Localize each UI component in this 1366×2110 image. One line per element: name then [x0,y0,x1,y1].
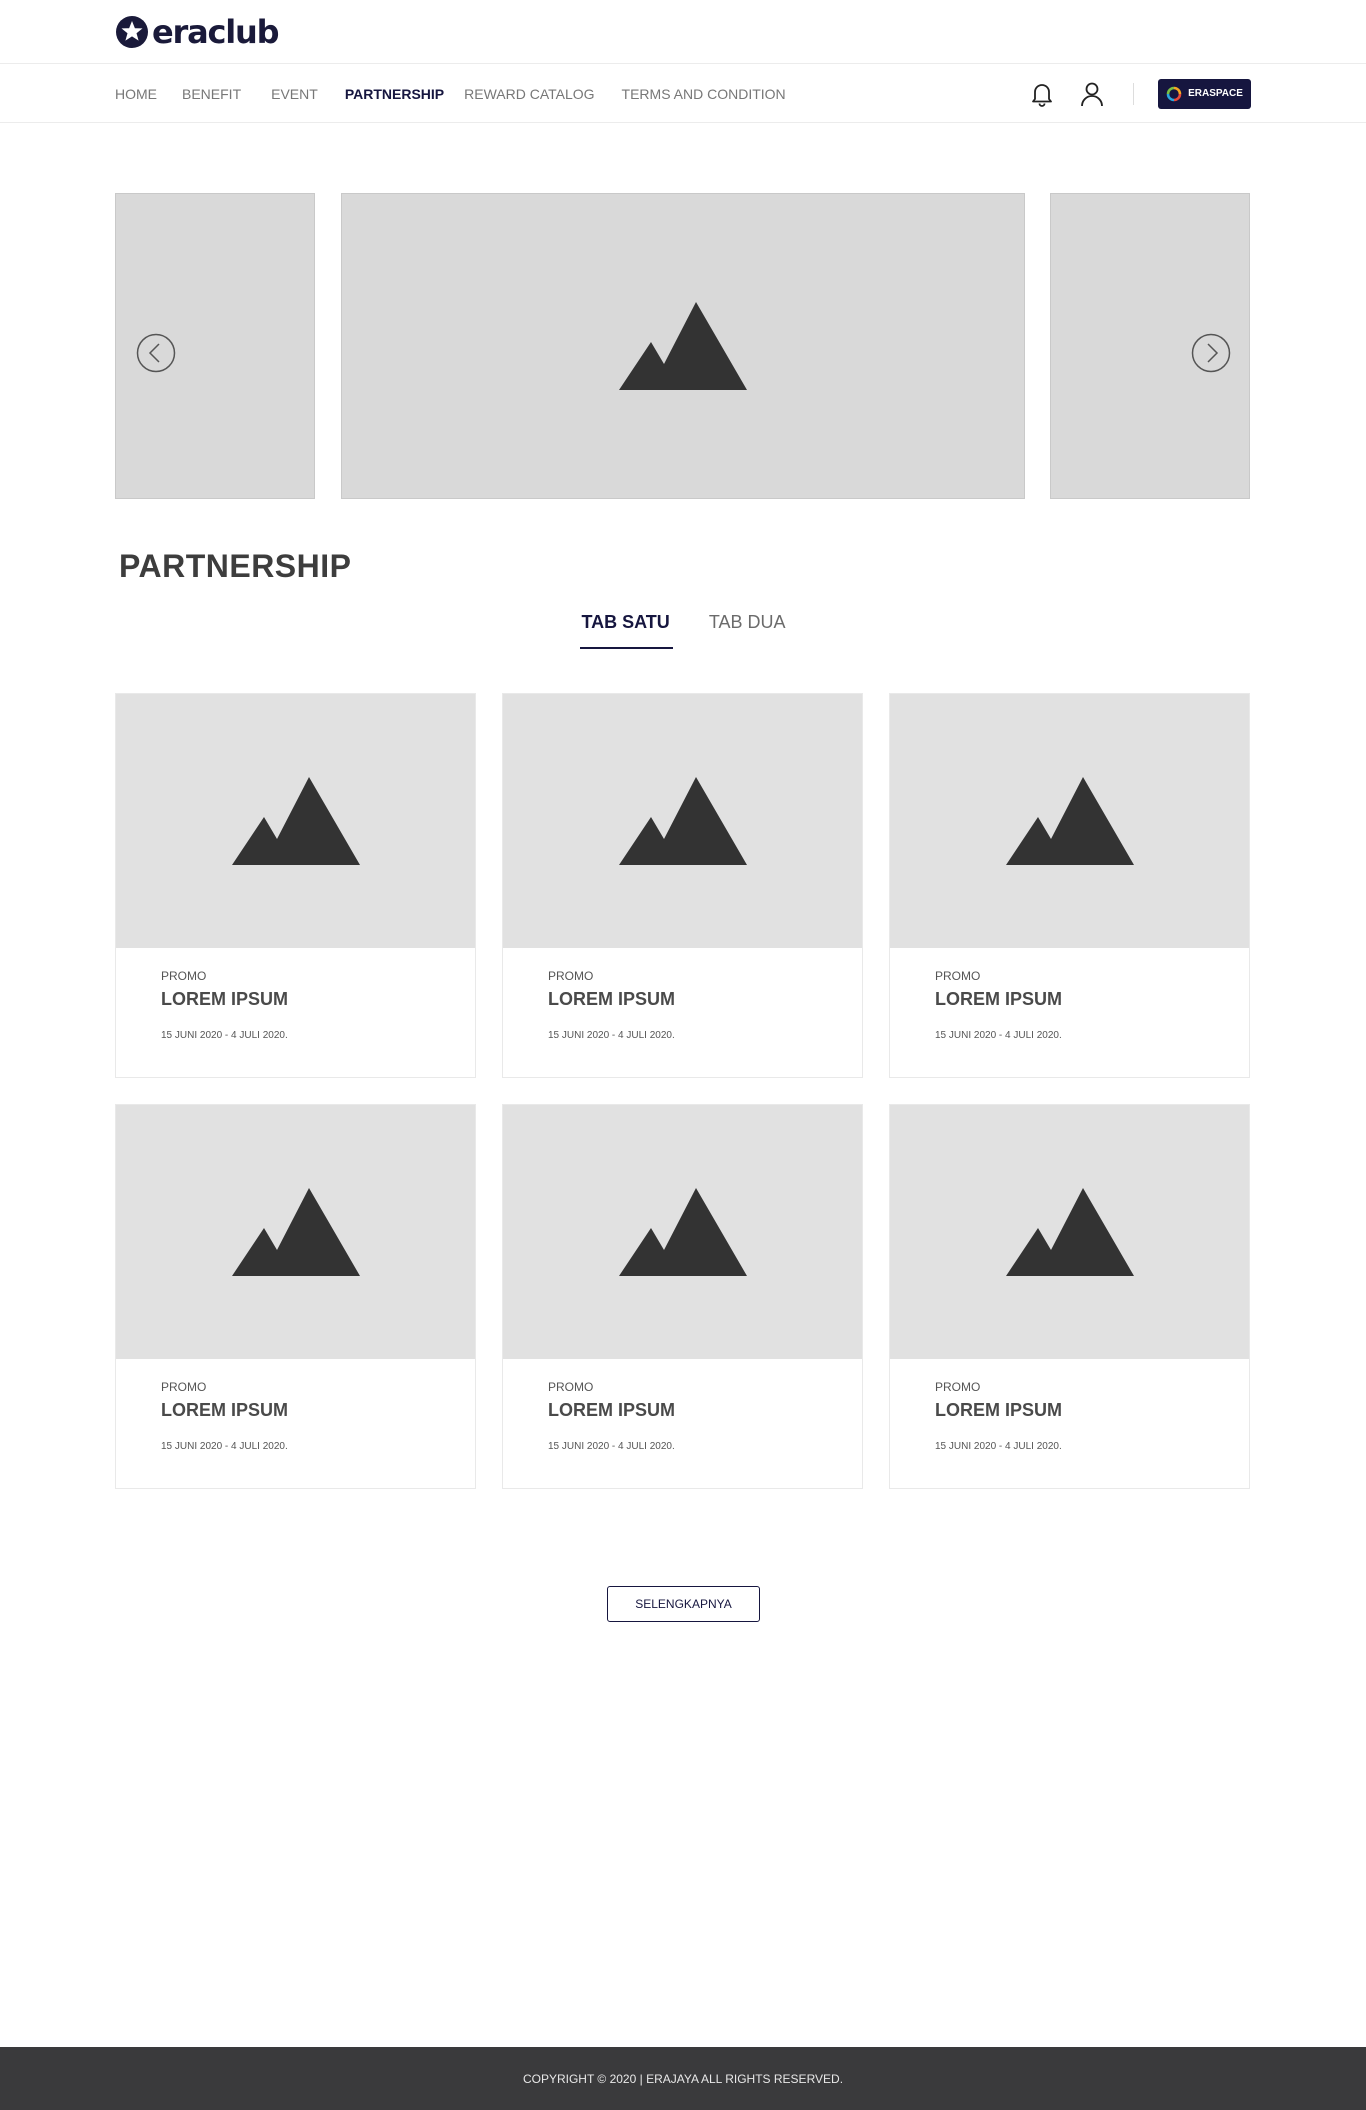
card-date: 15 JUNI 2020 - 4 JULI 2020. [161,1030,288,1041]
card-category: PROMO [161,969,207,983]
partnership-card[interactable]: PROMO LOREM IPSUM 15 JUNI 2020 - 4 JULI … [502,1104,863,1489]
card-category: PROMO [548,1380,594,1394]
card-date: 15 JUNI 2020 - 4 JULI 2020. [548,1441,675,1452]
card-body: PROMO LOREM IPSUM 15 JUNI 2020 - 4 JULI … [116,948,475,1041]
notification-button[interactable] [1027,79,1057,109]
partnership-card[interactable]: PROMO LOREM IPSUM 15 JUNI 2020 - 4 JULI … [115,1104,476,1489]
nav-terms-and-condition[interactable]: TERMS AND CONDITION [622,86,786,102]
chevron-right-icon[interactable] [1191,333,1231,373]
see-more-button[interactable]: SELENGKAPNYA [607,1586,760,1622]
user-icon [1081,82,1103,106]
partnership-card[interactable]: PROMO LOREM IPSUM 15 JUNI 2020 - 4 JULI … [115,693,476,1078]
tab-satu[interactable]: TAB SATU [580,612,673,649]
copyright-text: COPYRIGHT © 2020 | ERAJAYA ALL RIGHTS RE… [522,2071,844,2086]
main-nav: HOME BENEFIT EVENT PARTNERSHIP REWARD CA… [115,64,786,123]
nav-partnership[interactable]: PARTNERSHIP [345,86,444,102]
nav-benefit[interactable]: BENEFIT [182,86,241,102]
nav-reward-catalog[interactable]: REWARD CATALOG [464,86,594,102]
card-body: PROMO LOREM IPSUM 15 JUNI 2020 - 4 JULI … [503,948,862,1041]
image-placeholder-icon [618,777,747,865]
card-title: LOREM IPSUM [935,989,1063,1009]
card-body: PROMO LOREM IPSUM 15 JUNI 2020 - 4 JULI … [890,948,1249,1041]
chevron-left-icon[interactable] [136,333,176,373]
nav-event[interactable]: EVENT [271,86,318,102]
account-button[interactable] [1077,79,1107,109]
card-title: LOREM IPSUM [935,1400,1063,1420]
eraspace-ring-icon [1166,86,1182,101]
carousel-slide-main[interactable] [341,193,1025,499]
card-category: PROMO [935,969,981,983]
nav-divider [1133,82,1134,105]
eraspace-button[interactable]: ERASPACE [1158,78,1251,109]
tab-dua[interactable]: TAB DUA [709,612,786,649]
eraclub-logo[interactable]: eraclub [115,13,280,51]
image-placeholder-icon [619,302,747,390]
nav-home[interactable]: HOME [115,86,157,102]
card-image [116,1105,475,1359]
hero-carousel [115,193,1250,499]
card-date: 15 JUNI 2020 - 4 JULI 2020. [935,1441,1062,1452]
partnership-card[interactable]: PROMO LOREM IPSUM 15 JUNI 2020 - 4 JULI … [889,693,1250,1078]
partnership-grid: PROMO LOREM IPSUM 15 JUNI 2020 - 4 JULI … [115,693,1250,1489]
main-navbar: HOME BENEFIT EVENT PARTNERSHIP REWARD CA… [0,64,1366,123]
card-title: LOREM IPSUM [548,1400,676,1420]
image-placeholder-icon [618,1188,747,1276]
card-date: 15 JUNI 2020 - 4 JULI 2020. [161,1441,288,1452]
card-image [116,694,475,948]
card-body: PROMO LOREM IPSUM 15 JUNI 2020 - 4 JULI … [890,1359,1249,1452]
tab-bar: TAB SATU TAB DUA [0,612,1366,649]
top-bar: eraclub [0,0,1366,64]
card-body: PROMO LOREM IPSUM 15 JUNI 2020 - 4 JULI … [503,1359,862,1452]
card-title: LOREM IPSUM [548,989,676,1009]
card-image [890,694,1249,948]
card-category: PROMO [161,1380,207,1394]
card-image [503,694,862,948]
card-title: LOREM IPSUM [161,989,289,1009]
card-image [890,1105,1249,1359]
card-title: LOREM IPSUM [161,1400,289,1420]
footer: COPYRIGHT © 2020 | ERAJAYA ALL RIGHTS RE… [0,2047,1366,2110]
card-image [503,1105,862,1359]
page-title: PARTNERSHIP [119,548,352,584]
card-category: PROMO [935,1380,981,1394]
nav-actions: ERASPACE [1027,64,1251,123]
image-placeholder-icon [1005,1188,1134,1276]
partnership-card[interactable]: PROMO LOREM IPSUM 15 JUNI 2020 - 4 JULI … [889,1104,1250,1489]
star-logo-icon [116,16,148,48]
card-date: 15 JUNI 2020 - 4 JULI 2020. [548,1030,675,1041]
brand-name: eraclub [152,13,280,51]
card-date: 15 JUNI 2020 - 4 JULI 2020. [935,1030,1062,1041]
image-placeholder-icon [231,777,360,865]
card-category: PROMO [548,969,594,983]
image-placeholder-icon [231,1188,360,1276]
card-body: PROMO LOREM IPSUM 15 JUNI 2020 - 4 JULI … [116,1359,475,1452]
partnership-card[interactable]: PROMO LOREM IPSUM 15 JUNI 2020 - 4 JULI … [502,693,863,1078]
eraspace-label: ERASPACE [1188,88,1243,99]
image-placeholder-icon [1005,777,1134,865]
bell-icon [1032,83,1052,107]
